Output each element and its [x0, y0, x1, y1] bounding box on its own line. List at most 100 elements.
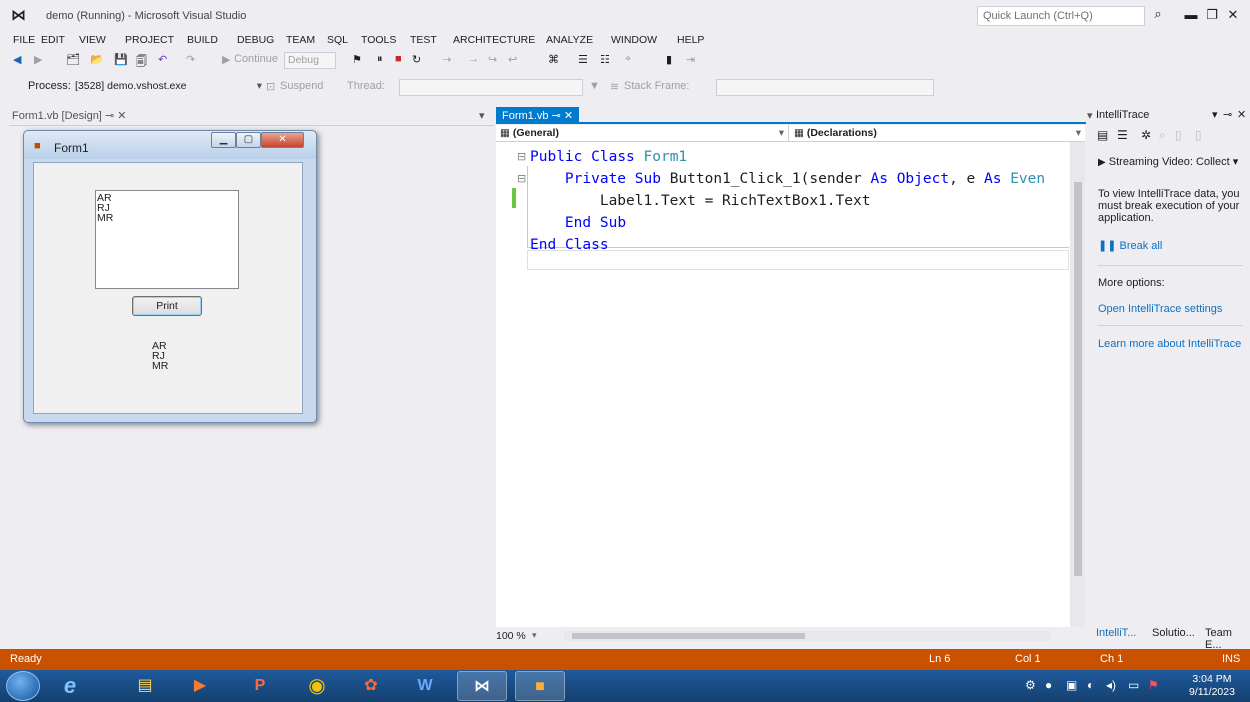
- settings-icon[interactable]: ✲: [1141, 128, 1151, 142]
- richtextbox1[interactable]: AR RJ MR: [95, 190, 239, 289]
- step-out-icon[interactable]: ↩: [508, 53, 517, 66]
- restore-button[interactable]: ❐: [1201, 6, 1223, 24]
- bookmark-icon[interactable]: ▮: [666, 53, 672, 66]
- menu-project[interactable]: PROJECT: [125, 34, 174, 46]
- stack-frame-dropdown[interactable]: [716, 79, 934, 96]
- form-minimize-button[interactable]: ▁: [211, 132, 236, 148]
- events-view-icon[interactable]: ▤: [1097, 128, 1108, 142]
- member-dropdown[interactable]: ▦ (Declarations) ▾: [790, 125, 1085, 141]
- menu-window[interactable]: WINDOW: [611, 34, 657, 46]
- process-dropdown[interactable]: [3528] demo.vshost.exe ▾: [72, 79, 262, 96]
- close-panel-icon[interactable]: ✕: [1237, 108, 1246, 121]
- show-next-statement-icon[interactable]: ⇢: [442, 53, 451, 66]
- tray-security-icon[interactable]: ◐: [1087, 678, 1094, 692]
- undo-icon[interactable]: ↶: [158, 53, 167, 66]
- form1-titlebar[interactable]: ■ Form1 ▁ ▢ ✕: [24, 131, 316, 159]
- save-icon[interactable]: ▯: [1195, 128, 1202, 142]
- tab-form1-vb[interactable]: Form1.vb ⊸ ✕: [496, 107, 580, 123]
- save-icon[interactable]: 💾: [114, 53, 128, 66]
- print-button[interactable]: Print: [132, 296, 202, 316]
- tab-dropdown-icon[interactable]: ▾: [479, 109, 485, 122]
- zoom-dropdown-icon[interactable]: ▾: [532, 630, 537, 641]
- forward-icon[interactable]: ▶: [34, 53, 42, 66]
- pin-icon[interactable]: ⊸: [105, 110, 114, 122]
- code-line[interactable]: Private Sub Button1_Click_1(sender As Ob…: [530, 168, 1045, 190]
- bookmark-next-icon[interactable]: ⇥: [686, 53, 695, 66]
- internet-explorer-icon[interactable]: e: [45, 671, 95, 701]
- form1-taskbar-icon[interactable]: ■: [515, 671, 565, 701]
- redo-icon[interactable]: ↷: [186, 53, 195, 66]
- menu-help[interactable]: HELP: [677, 34, 704, 46]
- quick-launch-input[interactable]: Quick Launch (Ctrl+Q): [977, 6, 1145, 26]
- attach-icon[interactable]: ⚑: [352, 53, 362, 66]
- break-all-icon[interactable]: ⏸: [377, 53, 383, 66]
- back-icon[interactable]: ◀: [13, 53, 21, 66]
- volume-icon[interactable]: ◂): [1106, 678, 1116, 692]
- open-file-icon[interactable]: 📂: [90, 53, 104, 66]
- comment-icon[interactable]: ☰: [578, 53, 588, 66]
- scroll-thumb[interactable]: [1074, 182, 1082, 576]
- close-button[interactable]: ✕: [1222, 6, 1244, 24]
- menu-team[interactable]: TEAM: [286, 34, 315, 46]
- menu-file[interactable]: FILE: [13, 34, 35, 46]
- menu-sql[interactable]: SQL: [327, 34, 348, 46]
- new-project-icon[interactable]: 🗂: [66, 53, 80, 66]
- step-over-icon[interactable]: ↪: [488, 53, 497, 66]
- file-explorer-icon[interactable]: ▤: [120, 671, 170, 701]
- visual-studio-taskbar-icon[interactable]: ⋈: [457, 671, 507, 701]
- restart-icon[interactable]: ↻: [412, 53, 421, 66]
- fold-toggle-icon[interactable]: ⊟: [517, 172, 526, 185]
- code-line[interactable]: End Class: [530, 234, 1045, 256]
- powerpoint-icon[interactable]: P: [235, 671, 285, 701]
- tab-intellitrace[interactable]: IntelliT...: [1091, 625, 1141, 643]
- tray-flag-icon[interactable]: ⚑: [1148, 678, 1159, 692]
- uncomment-icon[interactable]: ☷: [600, 53, 610, 66]
- zoom-level[interactable]: 100 %: [496, 630, 526, 642]
- code-line[interactable]: Label1.Text = RichTextBox1.Text: [530, 190, 1045, 212]
- tray-device-icon[interactable]: ▣: [1066, 678, 1077, 692]
- suspend-icon[interactable]: ⊡: [266, 80, 275, 93]
- pin-icon[interactable]: ⊸: [1223, 108, 1232, 121]
- word-icon[interactable]: W: [400, 671, 450, 701]
- menu-analyze[interactable]: ANALYZE: [546, 34, 593, 46]
- form-maximize-button[interactable]: ▢: [236, 132, 261, 148]
- stop-debugging-icon[interactable]: ■: [395, 53, 402, 65]
- clock[interactable]: 3:04 PM 9/11/2023: [1189, 673, 1235, 699]
- chrome-icon[interactable]: ◉: [292, 671, 342, 701]
- hex-icon[interactable]: ⌘: [548, 53, 559, 66]
- search-icon[interactable]: ⌕: [1148, 6, 1168, 26]
- menu-test[interactable]: TEST: [410, 34, 437, 46]
- media-player-icon[interactable]: ▶: [175, 671, 225, 701]
- tab-team-explorer[interactable]: Team E...: [1200, 625, 1250, 651]
- tab-close-icon[interactable]: ✕: [564, 110, 573, 122]
- xampp-icon[interactable]: ✿: [346, 671, 396, 701]
- stack-frame-icon[interactable]: ≋: [610, 80, 619, 93]
- open-settings-link[interactable]: Open IntelliTrace settings: [1098, 303, 1222, 315]
- scroll-thumb[interactable]: [572, 633, 805, 639]
- horizontal-scrollbar[interactable]: [564, 631, 1050, 641]
- filter-icon[interactable]: ▼: [589, 80, 600, 92]
- code-line[interactable]: Public Class Form1: [530, 146, 1045, 168]
- tab-close-icon[interactable]: ✕: [117, 110, 126, 122]
- class-dropdown[interactable]: ▦ (General) ▾: [496, 125, 789, 141]
- tray-network-icon[interactable]: ●: [1045, 678, 1052, 692]
- filter-icon[interactable]: ▯: [1175, 128, 1182, 142]
- save-all-icon[interactable]: 🗐: [136, 53, 147, 72]
- menu-view[interactable]: VIEW: [79, 34, 106, 46]
- menu-debug[interactable]: DEBUG: [237, 34, 274, 46]
- learn-more-link[interactable]: Learn more about IntelliTrace: [1098, 338, 1241, 350]
- menu-build[interactable]: BUILD: [187, 34, 218, 46]
- continue-icon[interactable]: ▶: [222, 53, 230, 66]
- suspend-label[interactable]: Suspend: [280, 80, 323, 92]
- menu-architecture[interactable]: ARCHITECTURE: [453, 34, 535, 46]
- tab-form1-design[interactable]: Form1.vb [Design] ⊸ ✕: [9, 107, 129, 124]
- tray-app-icon[interactable]: ⚙: [1025, 678, 1036, 692]
- minimize-button[interactable]: ▬: [1180, 6, 1202, 24]
- continue-label[interactable]: Continue: [234, 53, 278, 65]
- menu-edit[interactable]: EDIT: [41, 34, 65, 46]
- break-all-link[interactable]: ❚❚ Break all: [1098, 239, 1162, 252]
- tray-display-icon[interactable]: ▭: [1128, 678, 1139, 692]
- panel-menu-icon[interactable]: ▾: [1212, 108, 1218, 121]
- streaming-video-option[interactable]: ▶ Streaming Video: Collect ▾: [1098, 155, 1238, 168]
- config-dropdown[interactable]: Debug: [284, 52, 336, 69]
